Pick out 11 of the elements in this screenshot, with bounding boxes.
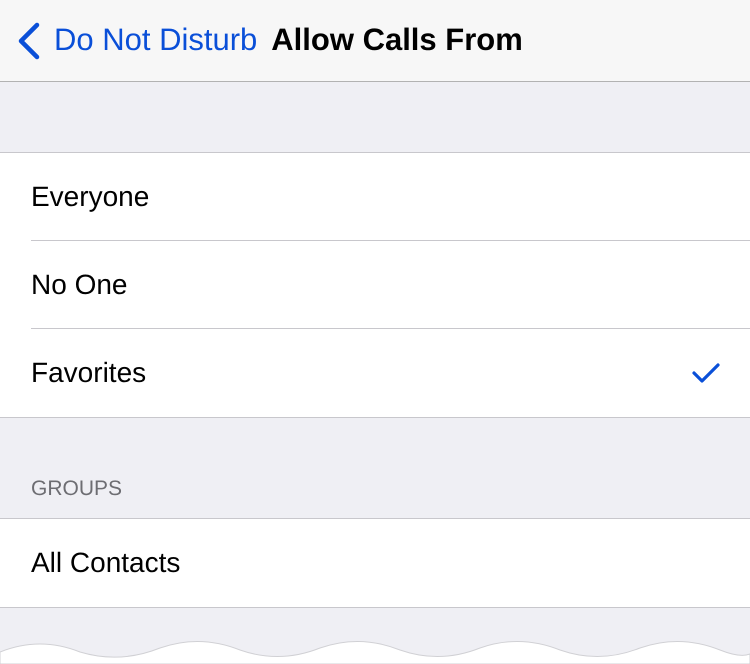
row-label: Everyone <box>31 180 150 214</box>
row-label: All Contacts <box>31 546 182 580</box>
list-row[interactable]: Everyone <box>0 153 750 241</box>
back-button[interactable]: Do Not Disturb <box>0 17 272 64</box>
list-row[interactable]: Favorites <box>0 329 750 417</box>
nav-title: Allow Calls From <box>271 21 523 60</box>
list-row[interactable]: No One <box>0 241 750 329</box>
section-header: GROUPS <box>31 476 122 502</box>
row-label: No One <box>31 268 128 302</box>
list-row[interactable]: All Contacts <box>0 519 750 607</box>
row-label: Favorites <box>31 356 148 390</box>
